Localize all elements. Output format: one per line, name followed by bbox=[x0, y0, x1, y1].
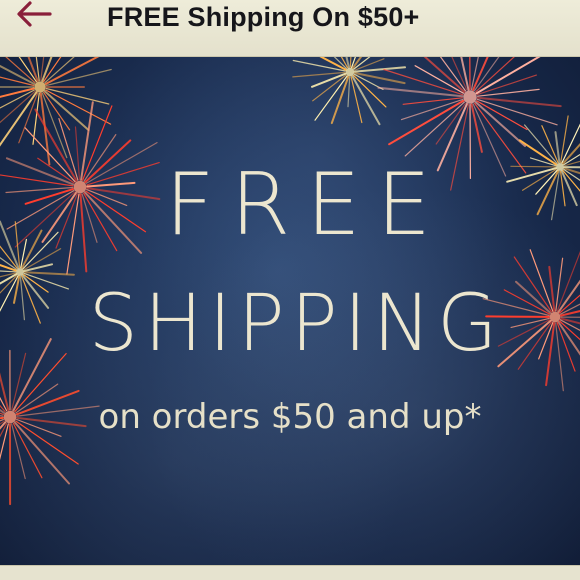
firework-burst bbox=[0, 57, 112, 166]
back-arrow-icon bbox=[17, 1, 52, 27]
screen: FREE Shipping On $50+ FREE SHIPPING on o… bbox=[0, 0, 580, 580]
headline-shipping: SHIPPING bbox=[88, 279, 504, 369]
free-shipping-banner[interactable]: FREE SHIPPING on orders $50 and up* bbox=[0, 57, 580, 565]
header-bar: FREE Shipping On $50+ bbox=[0, 0, 580, 57]
firework-burst bbox=[292, 57, 406, 126]
back-button[interactable] bbox=[10, 0, 60, 30]
page-title: FREE Shipping On $50+ bbox=[107, 2, 420, 32]
headline-free: FREE bbox=[165, 155, 447, 255]
banner-subtext: on orders $50 and up* bbox=[98, 397, 482, 437]
bottom-bar bbox=[0, 565, 580, 580]
